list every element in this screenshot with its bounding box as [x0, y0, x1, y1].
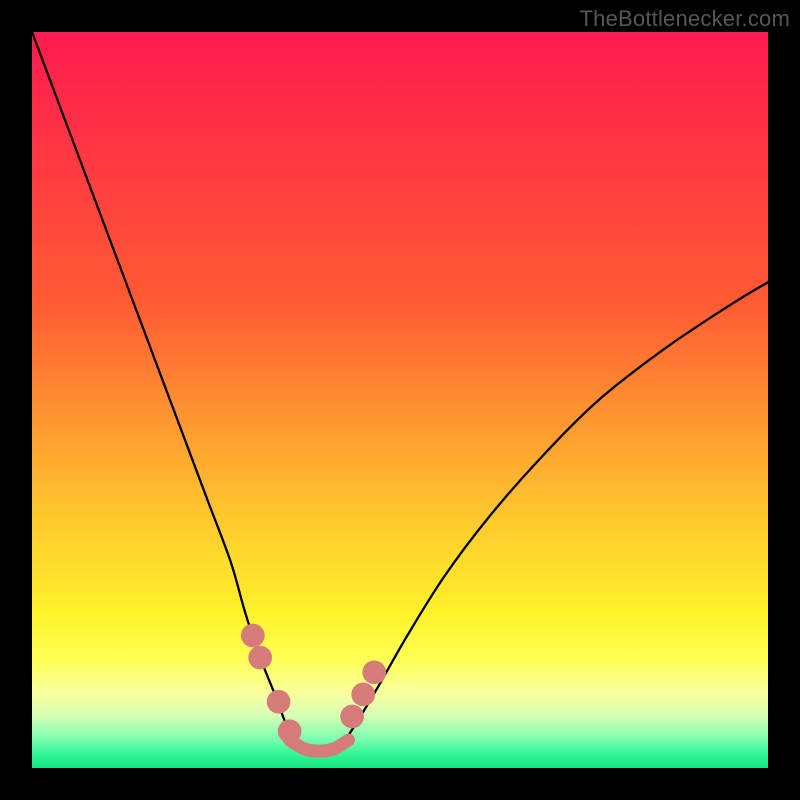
- curve-marker-dot: [362, 660, 386, 684]
- curve-markers: [241, 624, 386, 743]
- curve-bottom-markers: [290, 740, 349, 751]
- curve-marker-dot: [241, 624, 265, 648]
- curve-marker-dot: [267, 690, 291, 714]
- chart-plot-area: [32, 32, 768, 768]
- chart-frame: TheBottlenecker.com: [0, 0, 800, 800]
- curve-marker-dot: [248, 646, 272, 670]
- bottleneck-curve: [32, 32, 768, 768]
- curve-marker-dot: [278, 719, 302, 743]
- curve-line: [32, 32, 768, 754]
- attribution-text: TheBottlenecker.com: [580, 6, 790, 32]
- curve-marker-dot: [340, 705, 364, 729]
- curve-marker-dot: [351, 683, 375, 707]
